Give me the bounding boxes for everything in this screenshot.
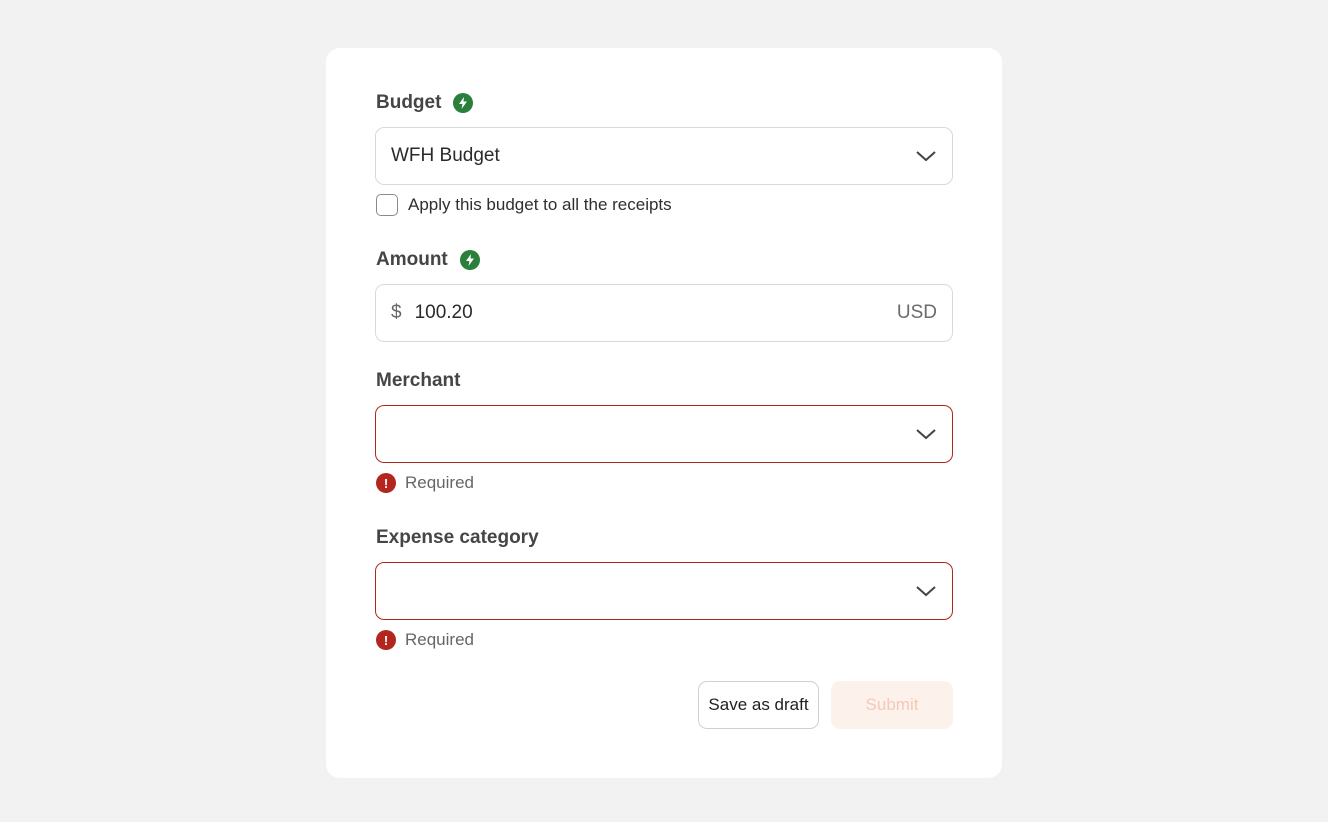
expense-category-select[interactable]	[375, 562, 953, 620]
save-as-draft-button[interactable]: Save as draft	[698, 681, 819, 729]
amount-input[interactable]: $ 100.20 USD	[375, 284, 953, 342]
merchant-error: ! Required	[376, 472, 474, 494]
budget-select-value: WFH Budget	[391, 145, 500, 166]
apply-all-checkbox[interactable]	[376, 194, 398, 216]
amount-label-text: Amount	[376, 249, 448, 270]
chevron-down-icon	[916, 586, 936, 597]
merchant-select[interactable]	[375, 405, 953, 463]
currency-symbol: $	[391, 302, 402, 323]
submit-button[interactable]: Submit	[831, 681, 953, 729]
exclamation-icon: !	[376, 473, 396, 493]
budget-label: Budget	[376, 91, 474, 115]
lightning-icon	[459, 250, 480, 270]
expense-form-card: Budget WFH Budget Apply this budget to a…	[326, 48, 1002, 778]
lightning-icon	[453, 93, 474, 113]
amount-value: 100.20	[414, 302, 473, 323]
currency-code: USD	[896, 302, 937, 323]
apply-all-label: Apply this budget to all the receipts	[408, 195, 672, 214]
expense-category-label: Expense category	[376, 526, 539, 550]
amount-label: Amount	[376, 248, 480, 272]
merchant-label-text: Merchant	[376, 370, 461, 391]
expense-category-error: ! Required	[376, 629, 474, 651]
chevron-down-icon	[916, 429, 936, 440]
budget-select[interactable]: WFH Budget	[375, 127, 953, 185]
chevron-down-icon	[916, 151, 936, 162]
budget-label-text: Budget	[376, 92, 442, 113]
exclamation-icon: !	[376, 630, 396, 650]
apply-all-checkbox-row[interactable]: Apply this budget to all the receipts	[376, 194, 672, 216]
merchant-error-text: Required	[405, 473, 474, 492]
expense-category-error-text: Required	[405, 630, 474, 649]
expense-category-label-text: Expense category	[376, 527, 539, 548]
merchant-label: Merchant	[376, 369, 460, 393]
